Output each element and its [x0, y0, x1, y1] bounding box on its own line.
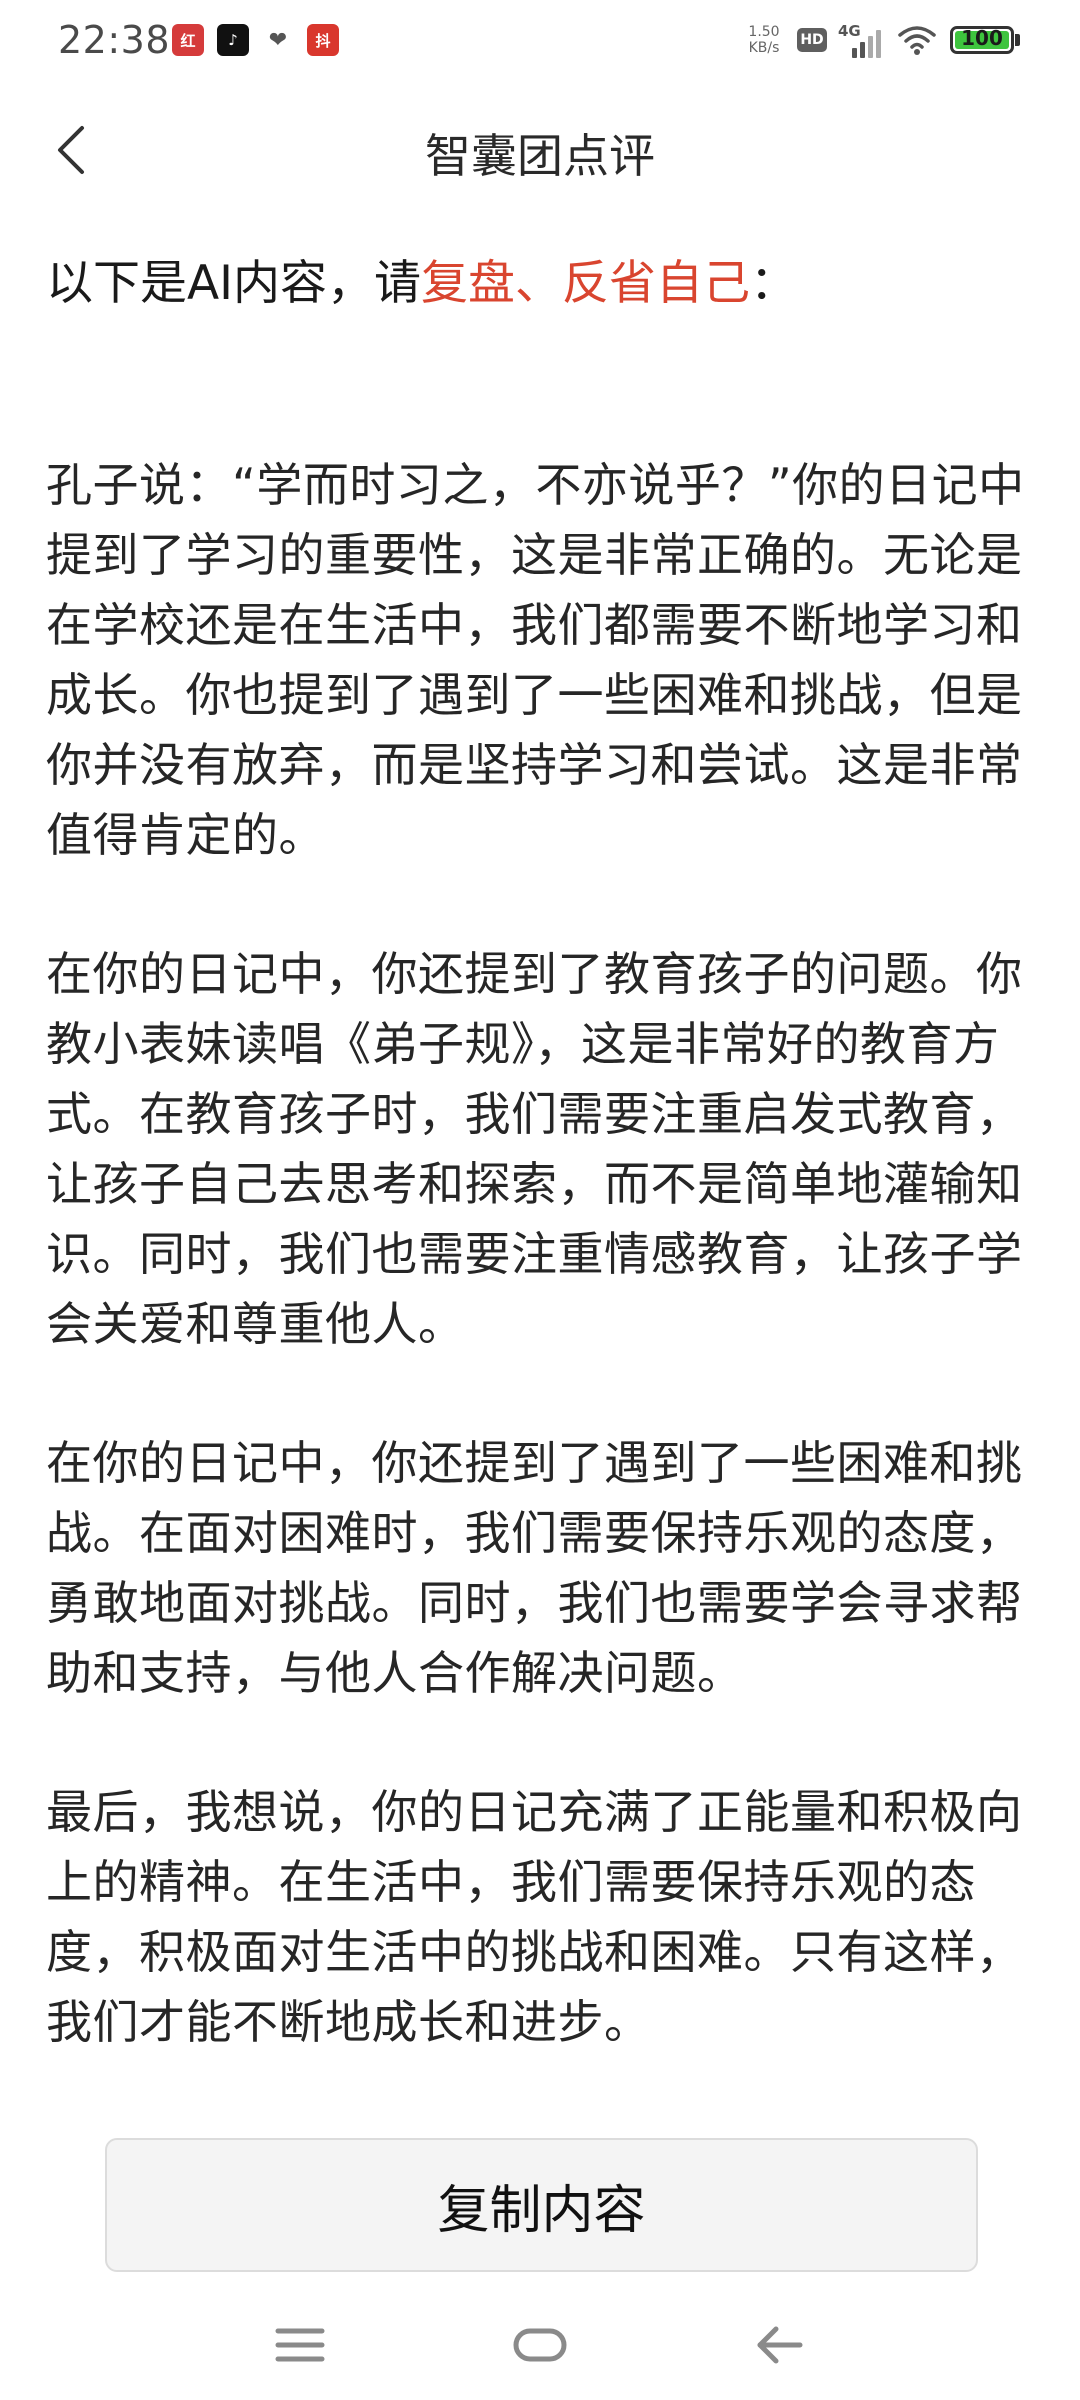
status-time: 22:38: [58, 18, 171, 62]
notification-app-icon-2: 抖: [307, 24, 339, 56]
hd-badge: HD: [797, 28, 827, 52]
nav-home-button[interactable]: [500, 2310, 580, 2380]
intro-highlight: 复盘、反省自己: [421, 256, 751, 311]
intro-prefix: 以下是AI内容，请: [46, 256, 422, 311]
ai-content: 孔子说：“学而时习之，不亦说乎？”你的日记中提到了学习的重要性，这是非常正确的。…: [46, 450, 1036, 2126]
header: 智囊团点评: [0, 100, 1080, 204]
copy-content-button[interactable]: 复制内容: [105, 2138, 978, 2272]
network-speed: 1.50 KB/s: [742, 24, 786, 56]
nav-menu-button[interactable]: [260, 2310, 340, 2380]
battery-level: 100: [961, 26, 1003, 50]
home-icon: [513, 2328, 567, 2362]
menu-icon: [275, 2328, 325, 2362]
content-paragraph: 孔子说：“学而时习之，不亦说乎？”你的日记中提到了学习的重要性，这是非常正确的。…: [46, 458, 1025, 862]
network-speed-value: 1.50: [748, 24, 780, 40]
notification-app-icon: 红: [172, 24, 204, 56]
navigation-bar: [0, 2290, 1080, 2400]
tiktok-icon: ♪: [217, 24, 249, 56]
intro-suffix: ：: [750, 256, 798, 311]
content-paragraph: 最后，我想说，你的日记充满了正能量和积极向上的精神。在生活中，我们需要保持乐观的…: [46, 1785, 1023, 2049]
battery-icon: 100: [950, 26, 1014, 54]
intro-line: 以下是AI内容，请复盘、反省自己：: [46, 244, 1036, 313]
back-arrow-icon: [757, 2326, 803, 2364]
network-speed-unit: KB/s: [748, 40, 780, 56]
signal-icon: 4G: [838, 22, 888, 58]
heart-icon: ❤: [268, 27, 288, 53]
status-bar: 22:38 红 ♪ ❤ 抖 1.50 KB/s HD 4G 100: [0, 0, 1080, 84]
content-paragraph: 在你的日记中，你还提到了教育孩子的问题。你教小表妹读唱《弟子规》，这是非常好的教…: [46, 947, 1023, 1351]
nav-back-button[interactable]: [740, 2310, 820, 2380]
wifi-icon: [898, 24, 936, 56]
content-paragraph: 在你的日记中，你还提到了遇到了一些困难和挑战。在面对困难时，我们需要保持乐观的态…: [46, 1436, 1023, 1700]
page-title: 智囊团点评: [425, 129, 655, 183]
battery-tip: [1015, 34, 1020, 46]
network-type-label: 4G: [838, 22, 861, 40]
